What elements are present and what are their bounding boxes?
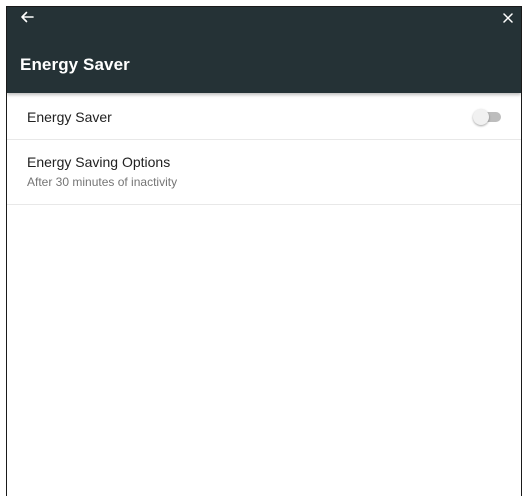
energy-saving-options-label: Energy Saving Options [27,154,171,170]
close-icon [503,10,513,28]
settings-list: Energy Saver Energy Saving Options After… [7,93,521,205]
arrow-left-icon [20,10,34,28]
energy-saver-row[interactable]: Energy Saver [7,93,521,140]
energy-saving-options-summary: After 30 minutes of inactivity [27,175,178,189]
energy-saver-label: Energy Saver [27,109,112,125]
energy-saver-window: Energy Saver Energy Saver Energy Saving … [6,6,522,496]
app-bar: Energy Saver [7,7,521,93]
energy-saving-options-row[interactable]: Energy Saving Options After 30 minutes o… [7,140,521,205]
page-title: Energy Saver [20,55,130,74]
close-button[interactable] [499,9,517,29]
energy-saver-toggle[interactable] [473,109,503,125]
back-button[interactable] [17,9,37,29]
toggle-thumb [473,109,489,125]
